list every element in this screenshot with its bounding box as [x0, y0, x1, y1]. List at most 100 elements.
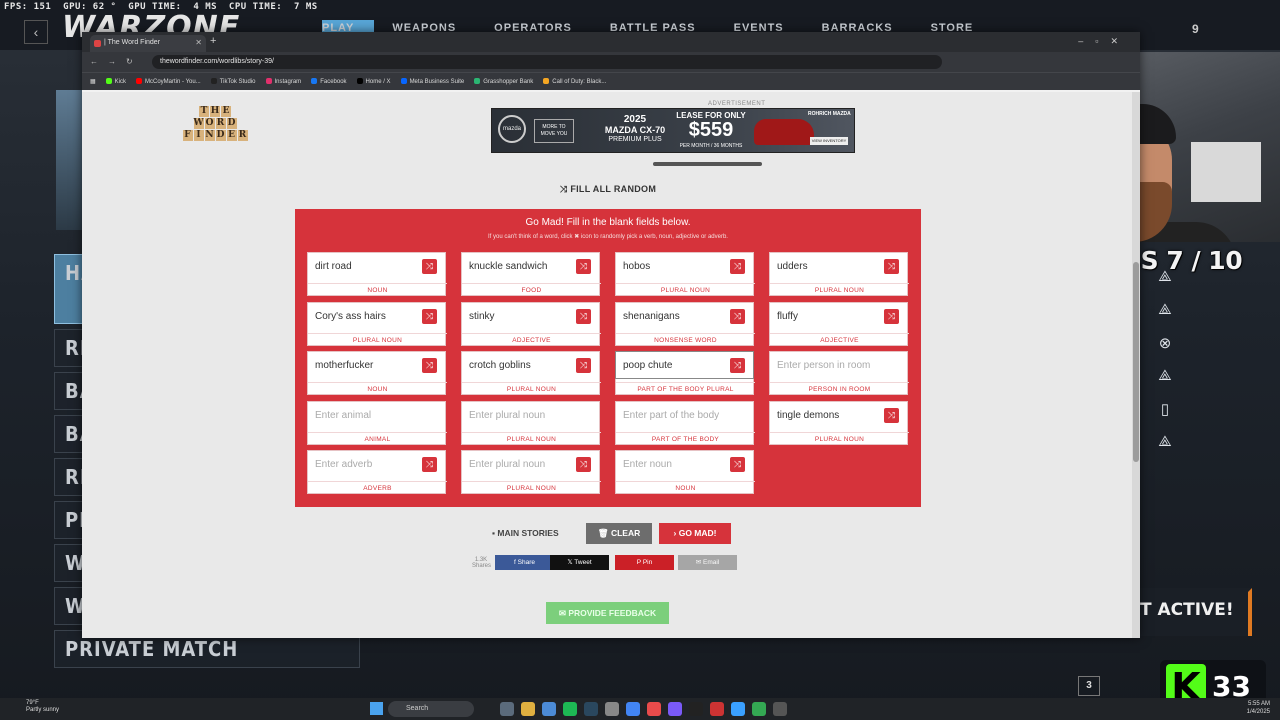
bookmark-favicon-icon: [265, 78, 272, 84]
app-icon[interactable]: [710, 702, 724, 716]
route-icon[interactable]: ⟁: [1150, 367, 1180, 400]
shuffle-icon[interactable]: ⤨: [422, 358, 437, 373]
back-icon[interactable]: ‹: [24, 20, 48, 44]
bookmark-favicon-icon: [356, 78, 363, 84]
browser-tab[interactable]: | The Word Finder ✕: [90, 35, 206, 52]
chrome-icon[interactable]: [752, 702, 766, 716]
word-input[interactable]: fluffy: [777, 311, 798, 322]
word-input[interactable]: hobos: [623, 261, 650, 272]
url-field[interactable]: thewordfinder.com/wordlibs/story-39/: [152, 55, 942, 69]
shuffle-icon[interactable]: ⤨: [576, 308, 591, 324]
new-tab-icon[interactable]: +: [210, 35, 216, 47]
shuffle-icon[interactable]: ⤨: [884, 308, 899, 324]
shuffle-icon[interactable]: ⤨: [422, 259, 437, 274]
bookmark-item[interactable]: Home / X: [356, 78, 391, 85]
chrome-icon[interactable]: [626, 702, 640, 716]
site-logo[interactable]: THEWORDFINDER: [174, 106, 256, 142]
scrollbar-thumb[interactable]: [1133, 262, 1139, 462]
phone-icon[interactable]: ▯: [1150, 400, 1180, 433]
app-icon[interactable]: [773, 702, 787, 716]
provide-feedback-button[interactable]: ✉ PROVIDE FEEDBACK: [546, 602, 669, 624]
music-icon[interactable]: [647, 702, 661, 716]
bookmark-item[interactable]: TikTok Studio: [210, 78, 256, 85]
shuffle-icon[interactable]: ⤨: [730, 308, 745, 324]
apps-grid-icon[interactable]: ▦: [90, 78, 96, 85]
page-scrollbar[interactable]: [1132, 92, 1140, 638]
word-input[interactable]: Enter adverb: [315, 459, 372, 470]
word-input[interactable]: poop chute: [623, 360, 673, 371]
fill-all-random-button[interactable]: ⤨ FILL ALL RANDOM: [560, 184, 656, 195]
word-input[interactable]: tingle demons: [777, 410, 839, 421]
weather-widget[interactable]: 79°F Partly sunny: [26, 700, 59, 714]
shuffle-icon[interactable]: ⤨: [576, 358, 591, 373]
discord-icon[interactable]: [668, 702, 682, 716]
bookmark-item[interactable]: Grasshopper Bank: [474, 78, 533, 85]
share-label: Share: [517, 559, 535, 566]
clear-button[interactable]: 🗑 CLEAR: [586, 523, 652, 544]
bookmark-item[interactable]: Kick: [105, 78, 126, 85]
word-input[interactable]: Enter part of the body: [623, 410, 719, 421]
file-explorer-icon[interactable]: [521, 702, 535, 716]
word-field: Cory's ass hairs ⤨ PLURAL NOUN: [307, 301, 447, 346]
word-input[interactable]: udders: [777, 261, 808, 272]
close-tab-icon[interactable]: ✕: [195, 38, 202, 47]
shuffle-icon[interactable]: ⤨: [422, 308, 437, 324]
back-arrow-icon[interactable]: ←: [90, 57, 98, 66]
shuffle-icon[interactable]: ⤨: [884, 407, 899, 423]
tiktok-icon[interactable]: [689, 702, 703, 716]
bookmark-item[interactable]: McCoyMartin - You...: [136, 78, 201, 85]
bookmark-item[interactable]: Call of Duty: Black...: [543, 78, 606, 85]
window-controls[interactable]: –▫✕: [1078, 36, 1130, 47]
route-icon[interactable]: ⟁: [1150, 301, 1180, 334]
forward-arrow-icon[interactable]: →: [108, 57, 116, 66]
share-pin-button[interactable]: P Pin: [615, 555, 674, 570]
edge-icon[interactable]: [731, 702, 745, 716]
fill-all-random-label: FILL ALL RANDOM: [570, 184, 657, 194]
bookmark-item[interactable]: Meta Business Suite: [400, 78, 464, 85]
word-input[interactable]: shenanigans: [623, 311, 680, 322]
route-icon[interactable]: ⟁: [1150, 433, 1180, 466]
taskbar-search[interactable]: Search: [388, 701, 474, 717]
store-icon[interactable]: [542, 702, 556, 716]
spotify-icon[interactable]: [563, 702, 577, 716]
shuffle-icon[interactable]: ⤨: [730, 358, 745, 373]
logo-letter-tile: I: [193, 130, 204, 141]
shuffle-icon[interactable]: ⤨: [576, 457, 591, 472]
steam-icon[interactable]: [584, 702, 598, 716]
system-clock[interactable]: 5:55 AM 1/4/2025: [1247, 700, 1270, 716]
word-field: stinky ⤨ ADJECTIVE: [461, 301, 601, 346]
bookmark-item[interactable]: Instagram: [265, 78, 301, 85]
word-type-label: FOOD: [462, 283, 601, 294]
word-input[interactable]: Enter plural noun: [469, 459, 545, 470]
xbox-icon[interactable]: ⊗: [1150, 334, 1180, 367]
word-input[interactable]: Enter animal: [315, 410, 371, 421]
app-icon[interactable]: [605, 702, 619, 716]
share-tweet-button[interactable]: 𝕏 Tweet: [550, 555, 609, 570]
word-input[interactable]: Cory's ass hairs: [315, 311, 386, 322]
ad-terms: PER MONTH / 36 MONTHS: [679, 143, 743, 149]
windows-start-icon[interactable]: [370, 702, 383, 715]
word-input[interactable]: dirt road: [315, 261, 352, 272]
word-input[interactable]: knuckle sandwich: [469, 261, 547, 272]
main-stories-link[interactable]: ▪ MAIN STORIES: [492, 528, 582, 538]
trash-icon: 🗑: [597, 528, 611, 538]
shuffle-icon[interactable]: ⤨: [422, 457, 437, 472]
word-input[interactable]: Enter plural noun: [469, 410, 545, 421]
shuffle-icon[interactable]: ⤨: [730, 259, 745, 274]
word-input[interactable]: Enter noun: [623, 459, 672, 470]
advertisement-banner[interactable]: mazda MORE TO MOVE YOU 2025 MAZDA CX-70 …: [491, 108, 855, 153]
word-input[interactable]: stinky: [469, 311, 495, 322]
reload-icon[interactable]: ↻: [126, 57, 133, 66]
word-input[interactable]: crotch goblins: [469, 360, 531, 371]
go-mad-button[interactable]: › GO MAD!: [659, 523, 731, 544]
shuffle-icon[interactable]: ⤨: [730, 457, 745, 472]
shuffle-icon[interactable]: ⤨: [576, 259, 591, 274]
word-input[interactable]: Enter person in room: [777, 360, 870, 371]
bookmark-item[interactable]: Facebook: [311, 78, 347, 85]
share-share-button[interactable]: f Share: [495, 555, 554, 570]
word-input[interactable]: motherfucker: [315, 360, 373, 371]
shuffle-icon[interactable]: ⤨: [884, 259, 899, 274]
task-view-icon[interactable]: [500, 702, 514, 716]
share-email-button[interactable]: ✉ Email: [678, 555, 737, 570]
ad-cta-button[interactable]: VIEW INVENTORY: [810, 137, 848, 145]
